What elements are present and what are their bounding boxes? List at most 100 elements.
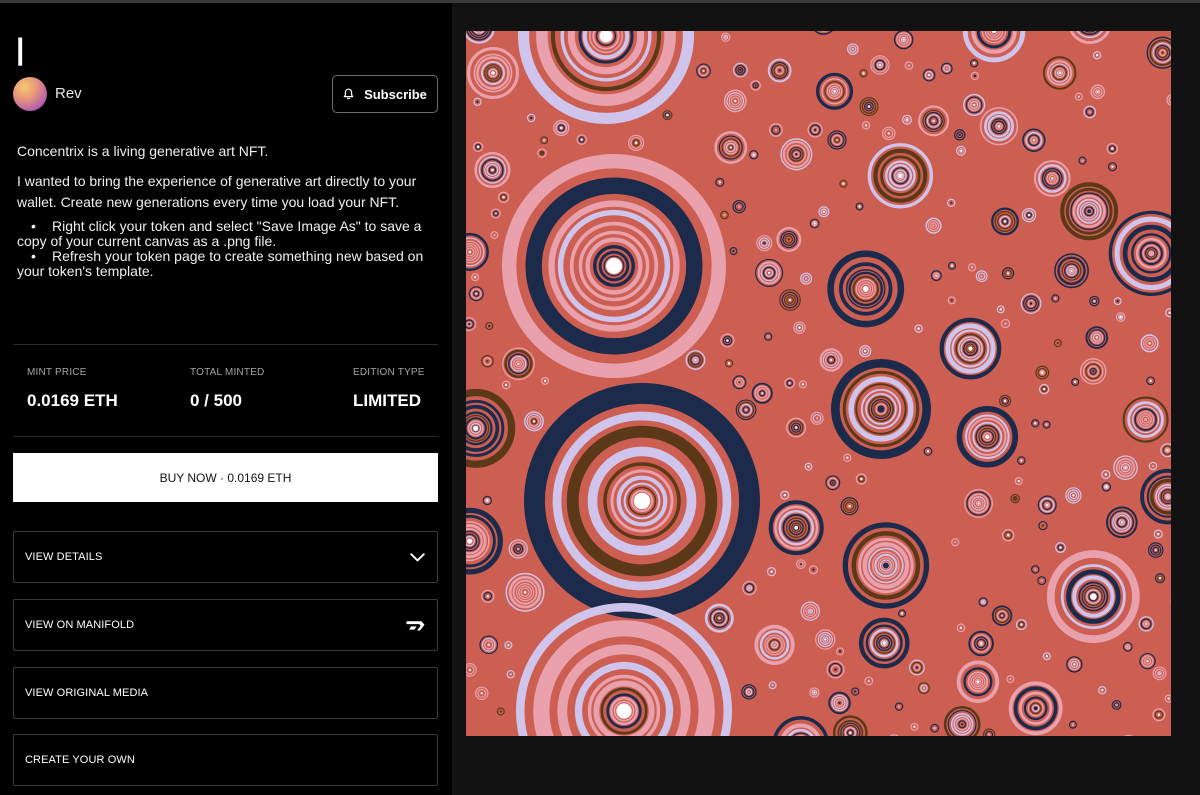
concentric-circle xyxy=(881,126,896,141)
bell-icon xyxy=(343,88,354,100)
concentric-circle xyxy=(553,119,570,137)
manifold-logo-icon xyxy=(406,620,425,631)
concentric-circle xyxy=(1139,652,1156,670)
concentric-circle xyxy=(956,660,1000,704)
action-label: VIEW ON MANIFOLD xyxy=(25,619,135,631)
concentric-circle xyxy=(991,605,1013,626)
stat-value: 0.0169 ETH xyxy=(27,391,118,410)
concentric-circle xyxy=(1035,365,1050,380)
concentric-circle xyxy=(1152,708,1166,722)
avatar[interactable] xyxy=(13,77,47,111)
create-your-own-button[interactable]: CREATE YOUR OWN xyxy=(13,734,438,786)
concentric-circle xyxy=(964,489,993,518)
concentric-circle xyxy=(800,272,813,285)
concentric-circle xyxy=(922,68,936,82)
concentric-circle xyxy=(479,635,499,655)
concentric-circle xyxy=(870,55,890,75)
chevron-down-icon xyxy=(410,552,425,562)
concentric-circle xyxy=(968,630,994,657)
concentric-circle xyxy=(755,258,784,287)
concentric-circle xyxy=(815,629,836,650)
concentric-circle xyxy=(769,123,783,137)
concentric-circle xyxy=(779,289,801,311)
author-name[interactable]: Rev xyxy=(55,85,82,102)
list-item: • Refresh your token page to create somet… xyxy=(17,248,424,279)
concentric-circle xyxy=(1020,293,1042,314)
concentric-circle xyxy=(1033,160,1071,197)
view-details-button[interactable]: VIEW DETAILS xyxy=(13,531,438,583)
concentric-circle xyxy=(1065,487,1082,504)
concentric-circle xyxy=(756,235,773,252)
concentric-circle xyxy=(751,382,773,404)
concentric-circle xyxy=(742,580,757,596)
concentric-circle xyxy=(786,417,807,438)
concentric-circle xyxy=(1060,182,1119,241)
concentric-circle xyxy=(1022,128,1046,152)
concentric-circle xyxy=(908,659,925,676)
concentric-circle xyxy=(1037,495,1057,515)
concentric-circle xyxy=(481,589,495,603)
concentric-circle xyxy=(810,411,824,425)
concentric-circle xyxy=(975,270,988,283)
concentric-circle xyxy=(840,497,859,516)
description-list: • Right click your token and select "Save… xyxy=(17,219,437,279)
concentric-circle xyxy=(830,358,931,459)
concentric-circle xyxy=(696,63,711,79)
view-original-media-button[interactable]: VIEW ORIGINAL MEDIA xyxy=(13,667,438,719)
stat-value: 0 / 500 xyxy=(190,391,242,410)
concentric-circle xyxy=(720,333,735,348)
concentric-circle xyxy=(524,411,544,432)
concentric-circle xyxy=(815,72,854,110)
stat-edition-type: EDITION TYPE LIMITED xyxy=(353,367,425,411)
token-description: Concentrix is a living generative art NF… xyxy=(17,141,437,279)
divider xyxy=(13,344,438,345)
view-on-manifold-button[interactable]: VIEW ON MANIFOLD xyxy=(13,599,438,651)
concentric-circle xyxy=(628,134,645,151)
concentric-circle xyxy=(819,348,843,372)
concentric-circle xyxy=(1152,666,1167,681)
stat-total-minted: TOTAL MINTED 0 / 500 xyxy=(190,367,264,411)
concentric-circle xyxy=(732,62,748,78)
concentric-circle xyxy=(807,122,823,138)
page-title: | xyxy=(16,33,25,66)
subscribe-button[interactable]: Subscribe xyxy=(332,75,438,113)
stat-label: TOTAL MINTED xyxy=(190,367,265,378)
concentric-circle xyxy=(741,684,757,700)
concentric-circle xyxy=(925,217,942,234)
concentric-circle xyxy=(825,475,841,491)
buy-now-button[interactable]: BUY NOW · 0.0169 ETH xyxy=(13,453,438,502)
subscribe-label: Subscribe xyxy=(364,86,427,102)
artwork-panel xyxy=(452,3,1200,795)
concentric-circle xyxy=(828,691,851,715)
concentric-circle xyxy=(918,105,950,137)
concentric-circle xyxy=(827,130,847,150)
concentric-circle xyxy=(998,394,1012,408)
divider xyxy=(13,436,438,437)
artwork-canvas[interactable] xyxy=(466,31,1171,736)
concentric-circle xyxy=(1066,656,1083,673)
concentric-circle xyxy=(793,321,806,334)
concentric-circle xyxy=(1113,455,1138,481)
concentric-circle xyxy=(1042,56,1077,90)
stat-mint-price: MINT PRICE 0.0169 ETH xyxy=(27,367,118,411)
action-label: CREATE YOUR OWN xyxy=(25,754,135,766)
concentric-circle xyxy=(776,227,802,252)
concentric-circle xyxy=(732,199,746,214)
action-label: VIEW ORIGINAL MEDIA xyxy=(25,687,149,699)
concentric-circle xyxy=(917,682,930,695)
concentric-circle xyxy=(1001,267,1015,280)
concentric-circle xyxy=(859,97,879,117)
token-info-panel: | Rev Subscribe Concentrix is a living g… xyxy=(0,3,452,795)
concentric-circle xyxy=(827,250,905,328)
concentric-circle xyxy=(1138,616,1154,632)
concentric-circle xyxy=(826,660,845,679)
concentric-circle xyxy=(1085,326,1109,349)
concentric-circle xyxy=(1083,105,1097,119)
concentric-circle xyxy=(685,350,706,370)
concentric-circle xyxy=(1046,550,1140,643)
concentric-circle xyxy=(732,375,747,390)
action-label: VIEW DETAILS xyxy=(25,551,103,563)
concentric-circle xyxy=(1021,207,1037,223)
concentric-circle xyxy=(1001,529,1015,542)
concentric-circle xyxy=(754,624,795,666)
